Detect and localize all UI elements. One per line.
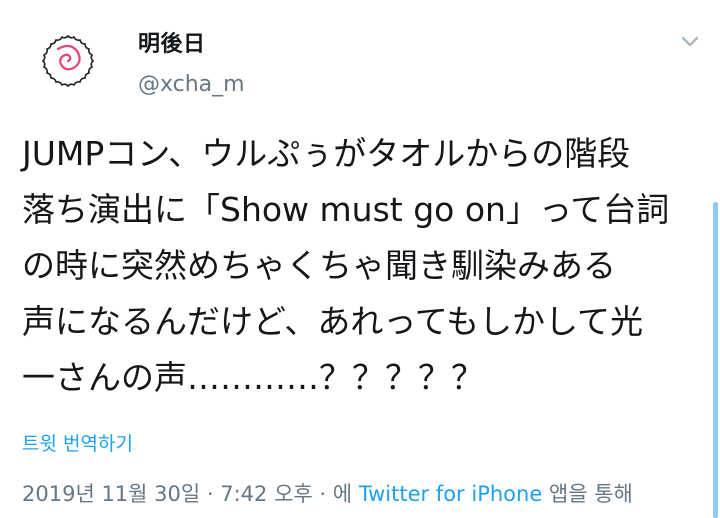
chevron-down-icon	[681, 36, 699, 47]
tweet-text-line: 落ち演出に「Show must go on」って台詞	[22, 190, 670, 229]
meta-separator: ·	[312, 482, 333, 506]
tweet-text-line: の時に突然めちゃくちゃ聞き馴染みある	[22, 246, 616, 285]
tweet-detail: 明後日 @xcha_m JUMPコン、ウルぷぅがタオルからの階段 落ち演出に「S…	[0, 0, 720, 518]
tweet-text-line: 一さんの声…………？？？？？	[22, 358, 484, 397]
meta-separator: ·	[200, 482, 221, 506]
source-suffix: 앱을 통해	[542, 482, 633, 506]
tweet-text-line: 声になるんだけど、あれってもしかして光	[22, 302, 644, 341]
tweet-date: 2019년 11월 30일	[22, 482, 201, 506]
scrollbar[interactable]	[713, 202, 718, 518]
author-handle[interactable]: @xcha_m	[138, 72, 245, 97]
naruto-swirl-icon	[41, 34, 95, 88]
tweet-meta: 2019년 11월 30일 · 7:42 오후 · 에 Twitter for …	[22, 478, 633, 508]
tweet-text-line: JUMPコン、ウルぷぅがタオルからの階段	[22, 134, 631, 173]
author-display-name[interactable]: 明後日	[138, 26, 206, 58]
source-prefix: 에	[332, 482, 359, 506]
tweet-menu-button[interactable]	[676, 28, 704, 56]
tweet-source-link[interactable]: Twitter for iPhone	[359, 482, 543, 506]
avatar[interactable]	[40, 33, 96, 89]
translate-tweet-link[interactable]: 트윗 번역하기	[22, 429, 133, 456]
tweet-time: 7:42 오후	[220, 482, 313, 506]
tweet-text: JUMPコン、ウルぷぅがタオルからの階段 落ち演出に「Show must go …	[22, 126, 712, 406]
